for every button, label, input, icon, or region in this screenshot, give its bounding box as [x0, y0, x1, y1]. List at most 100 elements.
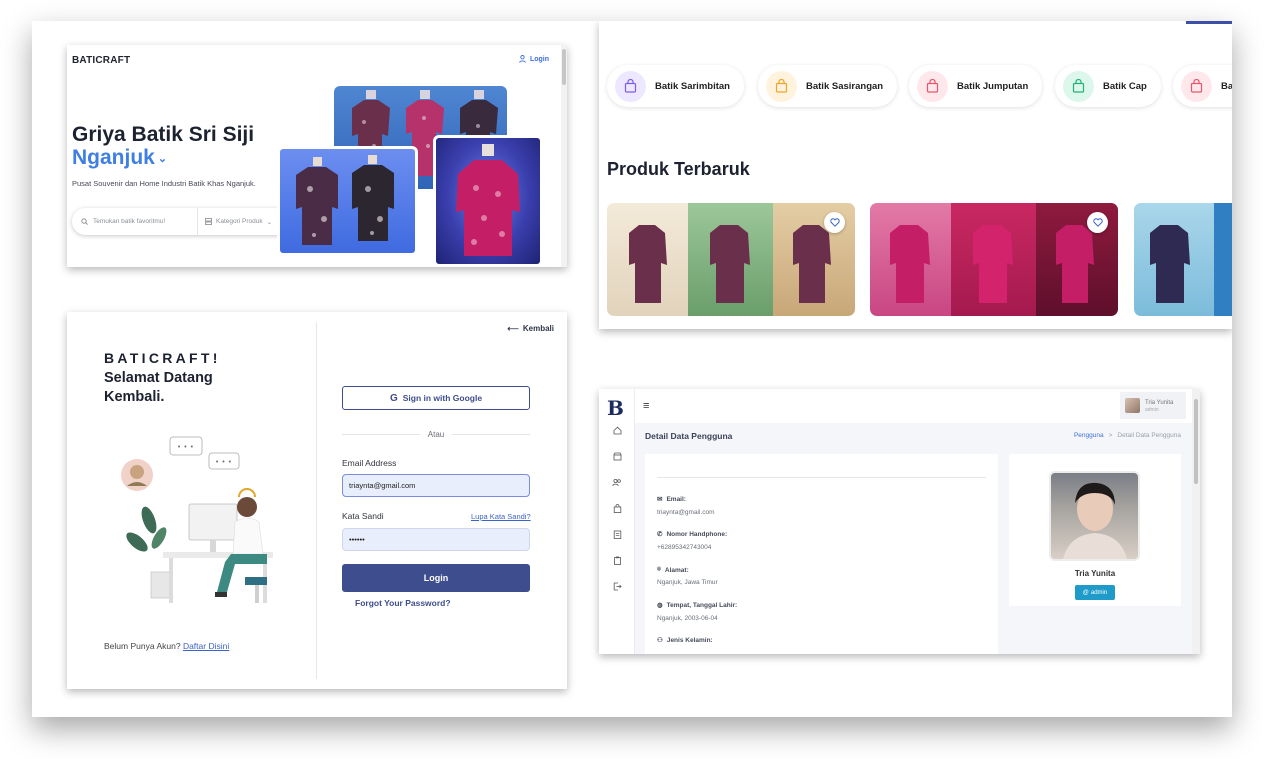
signup-prompt: Belum Punya Akun? Daftar Disini — [104, 641, 229, 651]
back-label: Kembali — [522, 324, 554, 333]
report-icon[interactable] — [610, 528, 624, 540]
category-chip-cap[interactable]: Batik Cap — [1055, 65, 1161, 107]
grid-icon — [205, 218, 212, 225]
field-label-text: Nomor Handphone: — [666, 530, 728, 538]
category-chip-label: Batik Jumputan — [957, 80, 1029, 92]
product-image — [607, 203, 688, 316]
menu-icon[interactable]: ≡ — [643, 400, 649, 412]
shopping-bag-icon — [917, 70, 948, 102]
email-label: Email Address — [342, 458, 397, 468]
svg-text:• • •: • • • — [177, 443, 194, 451]
admin-logo[interactable]: B — [607, 396, 624, 420]
home-icon[interactable] — [610, 424, 624, 436]
breadcrumb-separator: > — [1108, 432, 1113, 439]
user-icon — [519, 55, 526, 63]
field-label-text: Email: — [666, 495, 686, 503]
category-select[interactable]: Kategori Produk ⌄ — [198, 218, 272, 226]
login-link[interactable]: Login — [519, 55, 549, 63]
product-image — [951, 203, 1036, 316]
breadcrumb-current: Detail Data Pengguna — [1117, 432, 1181, 439]
field-label-text: Tempat, Tanggal Lahir: — [666, 601, 738, 609]
catalog-panel: Batik Sarimbitan Batik Sasirangan Batik … — [599, 21, 1232, 329]
screenshot-collage: BATICRAFT Login Griya Batik Sri Siji Nga… — [32, 21, 1232, 717]
address-field-label: ⌾ Alamat: — [657, 566, 689, 574]
email-field[interactable]: triaynta@gmail.com — [342, 474, 530, 497]
scrollbar[interactable] — [1192, 389, 1200, 654]
divider-line — [342, 433, 420, 435]
landing-hero-panel: BATICRAFT Login Griya Batik Sri Siji Nga… — [67, 45, 567, 267]
hero-location: Nganjuk ⌄ — [72, 146, 167, 170]
hero-photo-right — [433, 135, 543, 267]
forgot-password-link[interactable]: Lupa Kata Sandi? — [471, 512, 531, 521]
breadcrumb-link[interactable]: Pengguna — [1074, 432, 1104, 439]
category-chip-sarimbitan[interactable]: Batik Sarimbitan — [607, 65, 744, 107]
category-chip-sasirangan[interactable]: Batik Sasirangan — [758, 65, 898, 107]
arrow-left-icon: ⟵ — [507, 324, 519, 333]
phone-value: +62895342743004 — [657, 544, 712, 551]
admin-user-detail-panel: B ≡ Tria Yunita admin Detail Data Penggu… — [599, 389, 1200, 654]
search-bar[interactable]: Temukan batik favoritmu! Kategori Produk… — [72, 208, 312, 235]
heart-icon — [1092, 218, 1103, 227]
bag-icon[interactable] — [610, 502, 624, 514]
product-image — [1134, 203, 1214, 316]
shopping-bag-icon — [766, 70, 797, 102]
brand-logo[interactable]: BATICRAFT — [72, 55, 130, 66]
workspace-illustration: • • • • • • — [121, 436, 273, 603]
scrollbar[interactable] — [561, 45, 567, 267]
svg-text:• • •: • • • — [215, 458, 232, 466]
admin-topbar: ≡ Tria Yunita admin — [635, 389, 1192, 423]
welcome-heading: Selamat Datang Kembali. — [104, 370, 213, 405]
shopping-bag-icon — [1063, 70, 1094, 102]
or-divider: Atau — [342, 428, 530, 440]
login-label: Login — [529, 55, 549, 63]
user-menu[interactable]: Tria Yunita admin — [1120, 392, 1186, 419]
hero-subtitle: Pusat Souvenir dan Home Industri Batik K… — [72, 179, 256, 188]
search-icon — [81, 218, 88, 225]
product-card[interactable] — [870, 203, 1118, 316]
google-signin-label: Sign in with Google — [402, 393, 483, 403]
profile-name: Tria Yunita — [1074, 569, 1116, 578]
mail-icon: ✉ — [657, 496, 663, 503]
product-card[interactable] — [1134, 203, 1232, 316]
logout-icon[interactable] — [610, 580, 624, 592]
clipboard-icon[interactable] — [610, 554, 624, 566]
admin-sidebar: B — [599, 389, 635, 654]
google-signin-button[interactable]: G Sign in with Google — [342, 386, 530, 410]
phone-icon: ✆ — [657, 531, 663, 538]
google-icon: G — [389, 392, 398, 404]
section-title: Produk Terbaruk — [607, 159, 750, 179]
page-title: Detail Data Pengguna — [645, 431, 733, 441]
scrollbar-thumb[interactable] — [562, 49, 566, 85]
password-field[interactable]: •••••• — [342, 528, 530, 551]
favorite-button[interactable] — [824, 212, 845, 233]
category-chip-jumputan[interactable]: Batik Jumputan — [909, 65, 1043, 107]
favorite-button[interactable] — [1087, 212, 1108, 233]
password-label: Kata Sandi — [342, 511, 384, 521]
breadcrumb: Pengguna > Detail Data Pengguna — [1074, 432, 1181, 439]
category-chip-label: Batik Sasirangan — [806, 80, 884, 92]
email-field-label: ✉ Email: — [657, 495, 686, 504]
forgot-your-password-link[interactable]: Forgot Your Password? — [355, 598, 451, 608]
login-brand: BATICRAFT! — [104, 350, 221, 366]
divider — [657, 477, 986, 478]
category-chip-label: Batik Sarimbitan — [655, 80, 730, 92]
signup-text: Belum Punya Akun? — [104, 641, 181, 651]
users-icon[interactable] — [610, 476, 624, 488]
category-chip-partial[interactable]: Bati — [1173, 65, 1232, 107]
product-card[interactable] — [607, 203, 855, 316]
scrollbar-thumb[interactable] — [1194, 399, 1198, 484]
user-role: admin — [1145, 406, 1159, 413]
search-placeholder: Temukan batik favoritmu! — [93, 218, 166, 225]
search-input[interactable]: Temukan batik favoritmu! — [72, 208, 198, 235]
product-image — [870, 203, 951, 316]
phone-field-label: ✆ Nomor Handphone: — [657, 530, 728, 539]
accent-bar — [1186, 21, 1232, 24]
store-icon[interactable] — [610, 450, 624, 462]
role-badge-label: admin — [1090, 589, 1108, 596]
avatar — [1125, 398, 1140, 413]
location-pin-icon: ⌾ — [657, 566, 661, 573]
category-chip-label: Batik Cap — [1103, 80, 1147, 92]
back-link[interactable]: ⟵ Kembali — [507, 324, 554, 333]
login-button[interactable]: Login — [342, 564, 530, 592]
signup-link[interactable]: Daftar Disini — [183, 641, 229, 651]
